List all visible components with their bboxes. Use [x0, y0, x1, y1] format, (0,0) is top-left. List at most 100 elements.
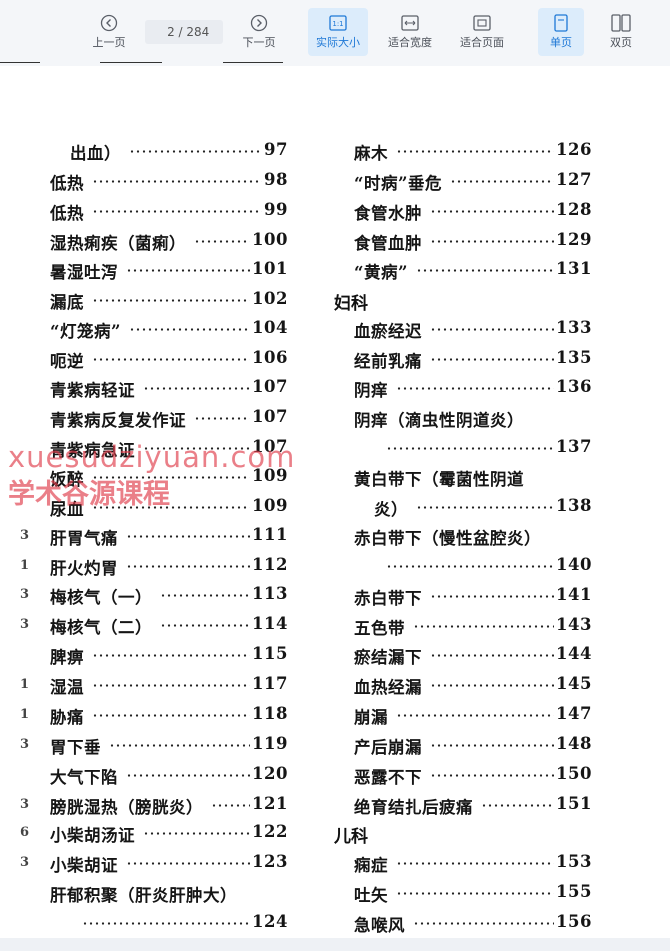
toc-entry: 青紫病轻证 107	[50, 377, 288, 401]
toc-leader-dots	[92, 180, 262, 183]
toc-entry-title: 呃逆	[50, 352, 84, 371]
margin-mark: 3	[20, 855, 30, 870]
toc-leader-dots	[126, 565, 250, 568]
toc-entry-title: 脾痹	[50, 648, 84, 667]
toc-leader-dots	[416, 506, 554, 509]
toc-leader-dots	[396, 387, 554, 390]
next-page-button[interactable]: 下一页	[236, 8, 282, 56]
toc-entry-title: 产后崩漏	[354, 738, 422, 757]
toc-entry-title: 梅核气（一）	[50, 588, 152, 607]
toc-leader-dots	[92, 358, 250, 361]
toc-entry-page: 104	[252, 318, 288, 337]
toc-entry-title: 肝火灼胃	[50, 559, 118, 578]
toc-entry-page: 129	[556, 230, 592, 249]
toc-entry: 湿热痢疾（菌痢） 100	[50, 230, 288, 254]
single-page-label: 单页	[550, 36, 572, 49]
toc-leader-dots	[126, 535, 250, 538]
toc-leader-dots	[160, 624, 250, 627]
toc-leader-dots	[194, 240, 250, 243]
fit-width-button[interactable]: 适合宽度	[381, 8, 439, 56]
toolbar-divider	[0, 62, 40, 63]
toc-entry-page: 133	[556, 318, 592, 337]
toc-entry: 麻木 126	[354, 140, 592, 164]
toc-entry-page: 131	[556, 259, 592, 278]
toc-entry-page: 155	[556, 882, 592, 901]
toc-entry: 137	[354, 437, 592, 461]
toc-entry-title: 麻木	[354, 144, 388, 163]
toc-entry-page: 109	[252, 466, 288, 485]
toc-entry-page: 122	[252, 822, 288, 841]
toc-entry-page: 136	[556, 377, 592, 396]
toc-entry: 脾痹 115	[50, 644, 288, 668]
toc-leader-dots	[386, 447, 554, 450]
toc-entry-page: 151	[556, 794, 592, 813]
toc-entry: 青紫病急证 107	[50, 437, 288, 461]
margin-mark: 1	[20, 707, 30, 722]
single-page-button[interactable]: 单页	[538, 8, 584, 56]
page-number-input[interactable]	[158, 20, 175, 44]
prev-page-button[interactable]: 上一页	[86, 8, 132, 56]
toc-entry-page: 123	[252, 852, 288, 871]
toc-entry: 产后崩漏 148	[354, 734, 592, 758]
toc-entry-title: 阴痒（滴虫性阴道炎）	[354, 411, 524, 430]
toc-entry-page: 121	[252, 794, 288, 813]
toc-entry: 呃逆 106	[50, 348, 288, 372]
toc-entry-title: 食管血肿	[354, 234, 422, 253]
toc-entry-page: 137	[556, 437, 592, 456]
toc-entry-page: 117	[252, 674, 288, 693]
toc-leader-dots	[430, 595, 554, 598]
toc-entry: 胁痛 118	[50, 704, 288, 728]
fit-page-button[interactable]: 适合页面	[452, 8, 512, 56]
toc-entry: 出血） 97	[70, 140, 288, 164]
toc-entry: 崩漏 147	[354, 704, 592, 728]
toc-leader-dots	[413, 625, 554, 628]
section-heading-pediatrics: 儿科	[334, 827, 368, 847]
toc-entry-title: 血热经漏	[354, 678, 422, 697]
toc-entry: 食管血肿 129	[354, 230, 592, 254]
toc-entry: 黄白带下（霉菌性阴道	[354, 466, 592, 490]
toc-entry-page: 144	[556, 644, 592, 663]
double-page-button[interactable]: 双页	[598, 8, 644, 56]
toc-entry-page: 124	[252, 912, 288, 931]
double-page-label: 双页	[610, 36, 632, 49]
actual-size-icon: 1:1	[329, 15, 347, 31]
prev-page-label: 上一页	[92, 36, 126, 49]
toc-leader-dots	[211, 804, 250, 807]
toc-entry: 胃下垂 119	[50, 734, 288, 758]
svg-text:1:1: 1:1	[332, 20, 343, 28]
toc-entry-page: 145	[556, 674, 592, 693]
toc-entry: 梅核气（一） 113	[50, 584, 288, 608]
margin-mark: 6	[20, 825, 30, 840]
toc-entry-page: 156	[556, 912, 592, 931]
margin-mark: 1	[20, 558, 30, 573]
toc-entry: 膀胱湿热（膀胱炎） 121	[50, 794, 288, 818]
toc-leader-dots	[386, 565, 554, 568]
toc-entry-page: 148	[556, 734, 592, 753]
margin-mark: 3	[20, 528, 30, 543]
toc-leader-dots	[129, 150, 262, 153]
chevron-left-icon	[100, 14, 118, 32]
document-page: 出血） 97 低热 98 低热 99 湿热痢疾（菌痢） 100 暑湿吐泻 101 漏底 102 “灯笼病…	[0, 66, 670, 938]
toc-entry: 经前乳痛 135	[354, 348, 592, 372]
toc-entry-title: 小柴胡证	[50, 856, 118, 875]
toc-leader-dots	[92, 506, 250, 509]
toc-entry-title: 阴痒	[354, 381, 388, 400]
toc-entry-page: 153	[556, 852, 592, 871]
toc-entry-title: 膀胱湿热（膀胱炎）	[50, 798, 203, 817]
toc-leader-dots	[430, 358, 554, 361]
bottom-scroll-area[interactable]	[0, 938, 670, 951]
toc-entry-title: 食管水肿	[354, 204, 422, 223]
toc-entry: “时病”垂危 127	[354, 170, 592, 194]
toc-entry-title: 尿血	[50, 500, 84, 519]
toc-leader-dots	[129, 328, 250, 331]
chevron-right-icon	[250, 14, 268, 32]
actual-size-button[interactable]: 1:1 实际大小	[308, 8, 368, 56]
toc-entry-page: 112	[252, 555, 288, 574]
toc-entry: 低热 98	[50, 170, 288, 194]
toc-entry-title: 黄白带下（霉菌性阴道	[354, 470, 524, 489]
toolbar-divider	[100, 62, 162, 63]
toc-entry-page: 101	[252, 259, 288, 278]
toc-entry-title: 低热	[50, 204, 84, 223]
toc-entry-title: 小柴胡汤证	[50, 826, 135, 845]
toc-leader-dots	[416, 269, 554, 272]
